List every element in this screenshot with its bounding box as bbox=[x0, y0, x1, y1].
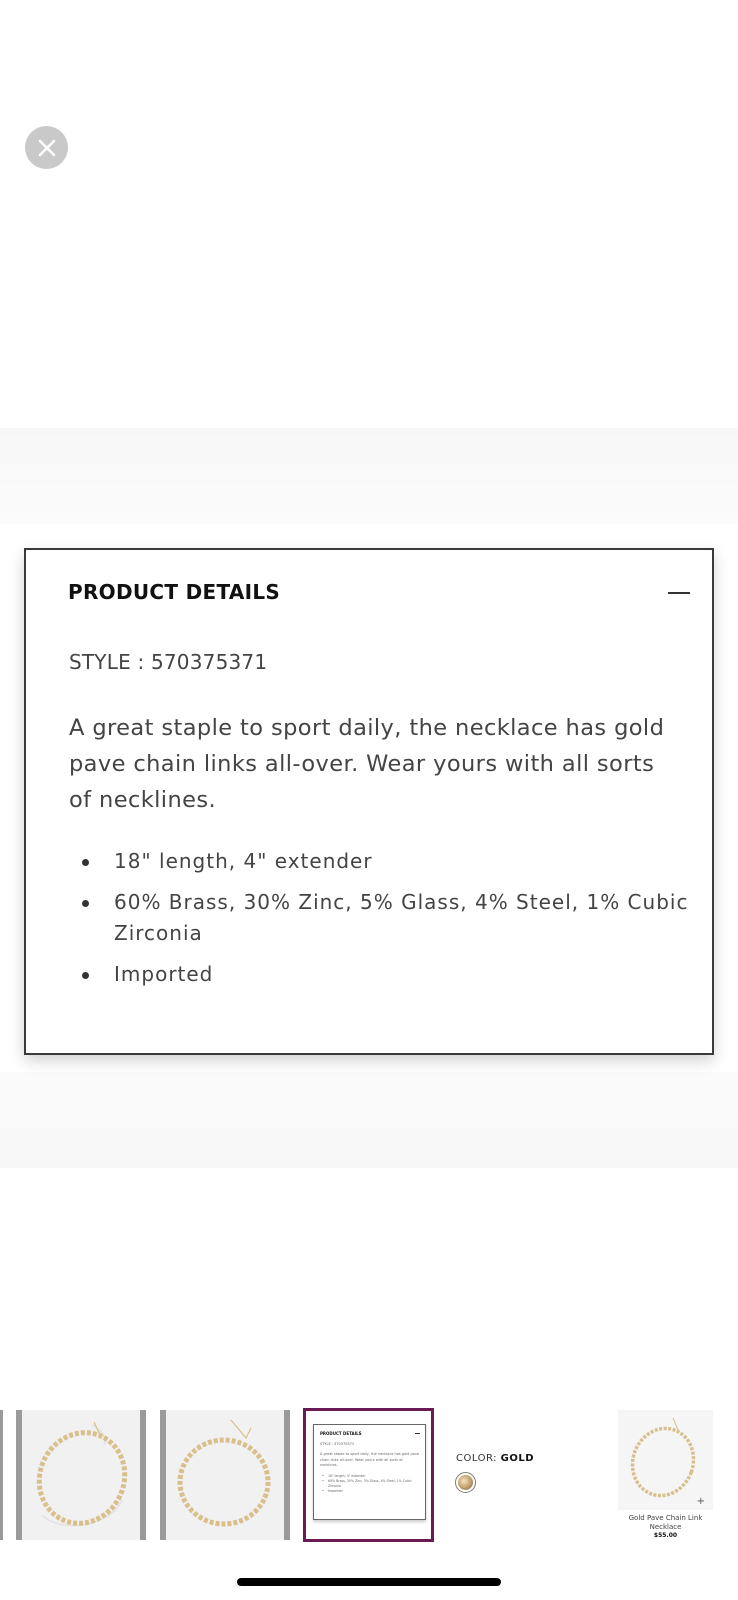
bullet-text: 18" length, 4" extender bbox=[114, 849, 373, 873]
color-swatch-gold[interactable] bbox=[455, 1472, 476, 1493]
swatch-icon bbox=[458, 1475, 473, 1490]
mini-minus-icon bbox=[415, 1433, 420, 1434]
product-details-card: PRODUCT DETAILS STYLE : 570375371 A grea… bbox=[24, 548, 714, 1055]
bullet-item: 18" length, 4" extender bbox=[69, 846, 689, 877]
mini-style-number: STYLE : 570375371 bbox=[320, 1442, 355, 1446]
related-product-card[interactable]: + Gold Pave Chain Link Necklace $55.00 bbox=[618, 1410, 713, 1540]
mini-details-title: PRODUCT DETAILS bbox=[320, 1431, 362, 1436]
thumbnail-necklace-flat[interactable] bbox=[160, 1410, 290, 1540]
thumbnail-product-details-selected[interactable]: PRODUCT DETAILS STYLE : 570375371 A grea… bbox=[303, 1408, 434, 1542]
collapse-minus-icon[interactable] bbox=[668, 592, 690, 594]
necklace-image bbox=[177, 1419, 271, 1527]
close-icon bbox=[38, 139, 55, 156]
mini-description: A great staple to sport daily, the neckl… bbox=[320, 1452, 420, 1467]
color-value: GOLD bbox=[500, 1453, 535, 1464]
bullet-text: Imported bbox=[114, 962, 214, 986]
bullet-text: 60% Brass, 30% Zinc, 5% Glass, 4% Steel,… bbox=[114, 890, 689, 945]
color-label: COLOR: GOLD bbox=[456, 1453, 534, 1464]
close-button[interactable] bbox=[25, 126, 68, 169]
mini-bullet-list: 18" length, 4" extender 60% Brass, 30% Z… bbox=[320, 1474, 420, 1494]
bullet-dot-icon bbox=[82, 900, 89, 907]
mini-details-card: PRODUCT DETAILS STYLE : 570375371 A grea… bbox=[313, 1424, 426, 1520]
necklace-image bbox=[630, 1417, 696, 1498]
thumbnail-necklace-worn[interactable] bbox=[16, 1410, 146, 1540]
product-details-title: PRODUCT DETAILS bbox=[68, 580, 281, 604]
bullet-dot-icon bbox=[82, 859, 89, 866]
home-indicator[interactable] bbox=[237, 1578, 501, 1586]
product-description: A great staple to sport daily, the neckl… bbox=[69, 715, 665, 813]
necklace-image bbox=[36, 1421, 128, 1527]
related-product-image[interactable] bbox=[618, 1410, 713, 1510]
related-product-price: $55.00 bbox=[653, 1532, 678, 1539]
mini-bullet: Imported bbox=[320, 1489, 420, 1494]
bullet-item: 60% Brass, 30% Zinc, 5% Glass, 4% Steel,… bbox=[69, 887, 689, 949]
mini-bullet: 60% Brass, 30% Zinc, 5% Glass, 4% Steel,… bbox=[320, 1479, 420, 1489]
color-label-prefix: COLOR: bbox=[456, 1453, 501, 1464]
bullet-item: Imported bbox=[69, 959, 689, 990]
bullet-dot-icon bbox=[82, 972, 89, 979]
thumbnail-partial[interactable] bbox=[0, 1410, 3, 1540]
product-bullet-list: 18" length, 4" extender 60% Brass, 30% Z… bbox=[69, 846, 689, 1000]
product-style-number: STYLE : 570375371 bbox=[69, 650, 268, 674]
add-plus-icon[interactable]: + bbox=[697, 1496, 705, 1507]
related-product-name[interactable]: Gold Pave Chain Link Necklace bbox=[618, 1514, 713, 1532]
